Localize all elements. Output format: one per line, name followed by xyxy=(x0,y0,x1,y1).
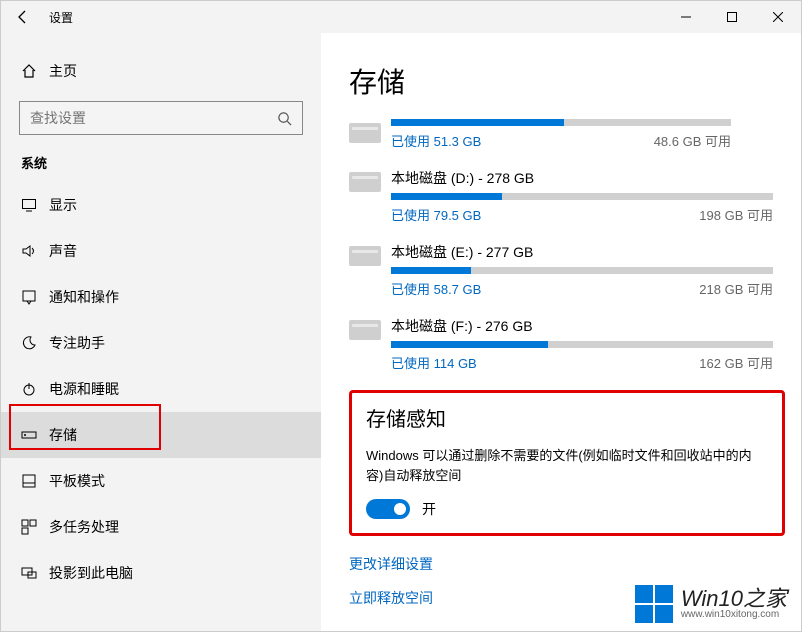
usage-bar xyxy=(391,341,773,348)
sidebar: 主页 系统 显示 声音 通知和操作 xyxy=(1,33,321,631)
storage-sense-desc: Windows 可以通过删除不需要的文件(例如临时文件和回收站中的内容)自动释放… xyxy=(366,446,768,485)
used-label: 已使用 114 GB xyxy=(391,353,477,372)
storage-sense-toggle[interactable] xyxy=(366,499,410,519)
title-bar: 设置 xyxy=(1,1,801,33)
watermark: Win10之家 www.win10xitong.com xyxy=(635,585,787,623)
sidebar-item-notifications[interactable]: 通知和操作 xyxy=(1,274,321,320)
window-title: 设置 xyxy=(49,9,73,26)
drive-item[interactable]: 本地磁盘 (F:) - 276 GB 已使用 114 GB 162 GB 可用 xyxy=(349,316,785,372)
free-label: 162 GB 可用 xyxy=(699,353,773,372)
maximize-button[interactable] xyxy=(709,1,755,33)
usage-bar xyxy=(391,267,773,274)
sidebar-item-storage[interactable]: 存储 xyxy=(1,412,321,458)
drive-icon xyxy=(349,246,381,266)
drive-icon xyxy=(349,172,381,192)
drive-icon xyxy=(349,123,381,143)
sidebar-item-label: 显示 xyxy=(49,195,77,215)
sound-icon xyxy=(21,243,45,259)
used-label: 已使用 51.3 GB xyxy=(391,131,481,150)
display-icon xyxy=(21,197,45,213)
sidebar-section-title: 系统 xyxy=(1,153,321,172)
drive-item[interactable]: 本地磁盘 (D:) - 278 GB 已使用 79.5 GB 198 GB 可用 xyxy=(349,168,785,224)
usage-bar xyxy=(391,119,731,126)
main-panel: 存储 已使用 51.3 GB 48.6 GB 可用本地磁盘 (D:) - 278 … xyxy=(321,33,801,631)
search-box[interactable] xyxy=(19,101,303,135)
power-icon xyxy=(21,381,45,397)
free-label: 48.6 GB 可用 xyxy=(654,131,731,150)
drive-title: 本地磁盘 (F:) - 276 GB xyxy=(391,316,785,336)
page-title: 存储 xyxy=(349,61,785,101)
home-icon xyxy=(21,63,45,79)
sidebar-item-power[interactable]: 电源和睡眠 xyxy=(1,366,321,412)
back-button[interactable] xyxy=(1,9,45,25)
free-label: 218 GB 可用 xyxy=(699,279,773,298)
home-button[interactable]: 主页 xyxy=(1,51,321,91)
drive-icon xyxy=(349,320,381,340)
close-button[interactable] xyxy=(755,1,801,33)
search-icon xyxy=(277,111,292,126)
free-label: 198 GB 可用 xyxy=(699,205,773,224)
drive-item[interactable]: 已使用 51.3 GB 48.6 GB 可用 xyxy=(349,119,785,150)
usage-bar xyxy=(391,193,773,200)
windows-logo-icon xyxy=(635,585,673,623)
link-change-settings[interactable]: 更改详细设置 xyxy=(349,554,785,574)
used-label: 已使用 58.7 GB xyxy=(391,279,481,298)
sidebar-item-tablet[interactable]: 平板模式 xyxy=(1,458,321,504)
sidebar-item-label: 专注助手 xyxy=(49,333,105,353)
annotation-highlight-main: 存储感知 Windows 可以通过删除不需要的文件(例如临时文件和回收站中的内容… xyxy=(349,390,785,536)
sidebar-item-label: 声音 xyxy=(49,241,77,261)
sidebar-item-project[interactable]: 投影到此电脑 xyxy=(1,550,321,596)
multitask-icon xyxy=(21,519,45,535)
drive-title: 本地磁盘 (E:) - 277 GB xyxy=(391,242,785,262)
sidebar-item-multitask[interactable]: 多任务处理 xyxy=(1,504,321,550)
toggle-state-label: 开 xyxy=(422,499,436,519)
watermark-brand: Win10 xyxy=(681,586,743,611)
sidebar-item-label: 投影到此电脑 xyxy=(49,563,133,583)
storage-sense-heading: 存储感知 xyxy=(366,403,768,432)
watermark-url: www.win10xitong.com xyxy=(681,610,779,621)
sidebar-item-label: 电源和睡眠 xyxy=(49,379,119,399)
drive-item[interactable]: 本地磁盘 (E:) - 277 GB 已使用 58.7 GB 218 GB 可用 xyxy=(349,242,785,298)
moon-icon xyxy=(21,335,45,351)
notification-icon xyxy=(21,289,45,305)
storage-icon xyxy=(21,427,45,443)
sidebar-item-label: 多任务处理 xyxy=(49,517,119,537)
sidebar-item-label: 存储 xyxy=(49,425,77,445)
search-input[interactable] xyxy=(30,110,250,126)
sidebar-item-label: 通知和操作 xyxy=(49,287,119,307)
sidebar-item-focus[interactable]: 专注助手 xyxy=(1,320,321,366)
sidebar-item-label: 平板模式 xyxy=(49,471,105,491)
project-icon xyxy=(21,565,45,581)
sidebar-item-sound[interactable]: 声音 xyxy=(1,228,321,274)
used-label: 已使用 79.5 GB xyxy=(391,205,481,224)
sidebar-item-display[interactable]: 显示 xyxy=(1,182,321,228)
tablet-icon xyxy=(21,473,45,489)
home-label: 主页 xyxy=(49,61,77,81)
watermark-suffix: 之家 xyxy=(743,586,787,611)
drive-title: 本地磁盘 (D:) - 278 GB xyxy=(391,168,785,188)
minimize-button[interactable] xyxy=(663,1,709,33)
